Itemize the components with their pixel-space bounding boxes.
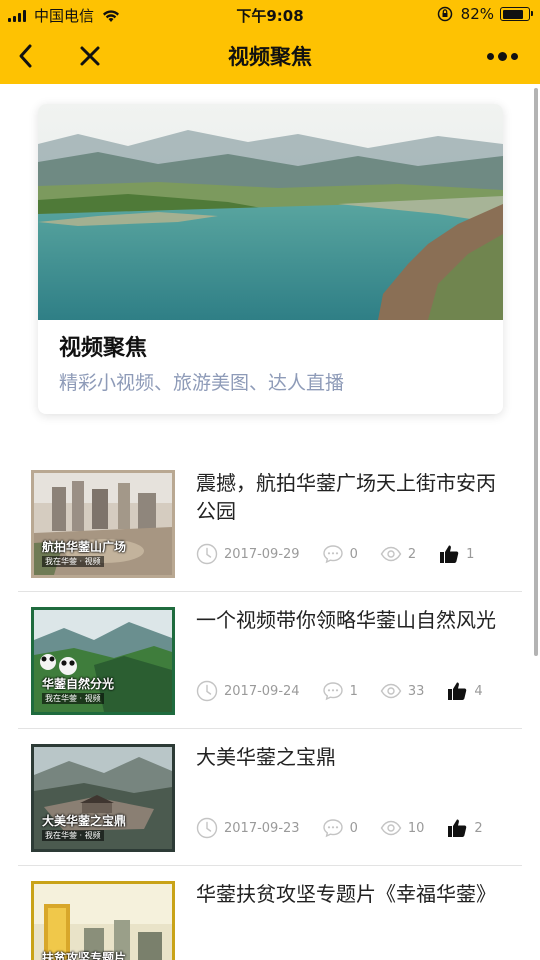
item-title: 华蓥扶贫攻坚专题片《幸福华蓥》 <box>196 882 496 906</box>
clock-icon <box>196 817 218 839</box>
comment-count: 0 <box>349 546 358 562</box>
thumbnail-subcaption: 我在华蓥 · 视频 <box>42 556 104 567</box>
item-date: 2017-09-29 <box>224 546 300 562</box>
eye-icon <box>380 546 402 562</box>
thumbs-up-icon[interactable] <box>446 680 468 702</box>
item-date: 2017-09-23 <box>224 820 300 836</box>
like-count: 1 <box>466 546 475 562</box>
comment-count: 0 <box>349 820 358 836</box>
item-title: 一个视频带你领略华蓥山自然风光 <box>196 608 496 632</box>
thumbs-up-icon[interactable] <box>438 543 460 565</box>
thumbnail-caption: 航拍华蓥山广场 <box>42 540 127 554</box>
list-item[interactable]: 航拍华蓥山广场 我在华蓥 · 视频 震撼，航拍华蓥广场天上街市安丙公园 2017… <box>0 455 540 592</box>
comment-count: 1 <box>349 683 358 699</box>
clock-icon <box>196 543 218 565</box>
item-meta: 2017-09-23 0 10 2 <box>196 816 505 840</box>
view-count: 10 <box>407 820 425 836</box>
comment-icon <box>322 545 343 564</box>
thumbnail-subcaption: 我在华蓥 · 视频 <box>42 830 104 841</box>
feature-banner-card[interactable]: 视频聚焦 精彩小视频、旅游美图、达人直播 <box>38 104 503 414</box>
video-thumbnail: 航拍华蓥山广场 我在华蓥 · 视频 <box>31 470 175 578</box>
comment-icon <box>322 819 343 838</box>
more-dots-icon <box>485 51 520 61</box>
thumbnail-subcaption: 我在华蓥 · 视频 <box>42 693 104 704</box>
like-count: 4 <box>474 683 483 699</box>
view-count: 33 <box>407 683 425 699</box>
banner-subtitle: 精彩小视频、旅游美图、达人直播 <box>59 372 345 394</box>
thumbnail-caption: 扶贫攻坚专题片 <box>42 951 127 960</box>
item-title: 震撼，航拍华蓥广场天上街市安丙公园 <box>196 471 496 523</box>
list-item[interactable]: 大美华蓥之宝鼎 我在华蓥 · 视频 大美华蓥之宝鼎 2017-09-23 0 1… <box>0 729 540 866</box>
list-item[interactable]: 华蓥自然分光 我在华蓥 · 视频 一个视频带你领略华蓥山自然风光 2017-09… <box>0 592 540 729</box>
battery-icon <box>500 7 533 21</box>
clock-icon <box>196 680 218 702</box>
eye-icon <box>380 683 402 699</box>
video-list: 航拍华蓥山广场 我在华蓥 · 视频 震撼，航拍华蓥广场天上街市安丙公园 2017… <box>0 455 540 960</box>
item-date: 2017-09-24 <box>224 683 300 699</box>
banner-title: 视频聚焦 <box>59 336 148 361</box>
video-thumbnail: 扶贫攻坚专题片 <box>31 881 175 960</box>
item-meta: 2017-09-24 1 33 4 <box>196 679 505 703</box>
thumbs-up-icon[interactable] <box>446 817 468 839</box>
video-thumbnail: 大美华蓥之宝鼎 我在华蓥 · 视频 <box>31 744 175 852</box>
rotation-lock-icon <box>437 6 452 22</box>
nav-bar: 视频聚焦 <box>0 28 540 84</box>
like-count: 2 <box>474 820 483 836</box>
page-title: 视频聚焦 <box>228 45 312 69</box>
thumbnail-caption: 华蓥自然分光 <box>42 677 115 691</box>
thumbnail-caption: 大美华蓥之宝鼎 <box>42 814 127 828</box>
more-button[interactable] <box>482 38 522 74</box>
video-thumbnail: 华蓥自然分光 我在华蓥 · 视频 <box>31 607 175 715</box>
status-bar: 中国电信 下午9:08 82% <box>0 0 540 28</box>
view-count: 2 <box>407 546 417 562</box>
eye-icon <box>380 820 402 836</box>
list-item[interactable]: 扶贫攻坚专题片 华蓥扶贫攻坚专题片《幸福华蓥》 <box>0 866 540 960</box>
top-bar: 中国电信 下午9:08 82% 视频聚焦 <box>0 0 540 84</box>
item-meta: 2017-09-29 0 2 1 <box>196 542 496 566</box>
comment-icon <box>322 682 343 701</box>
item-title: 大美华蓥之宝鼎 <box>196 745 336 769</box>
banner-image <box>38 104 503 320</box>
battery-percent: 82% <box>460 5 494 23</box>
